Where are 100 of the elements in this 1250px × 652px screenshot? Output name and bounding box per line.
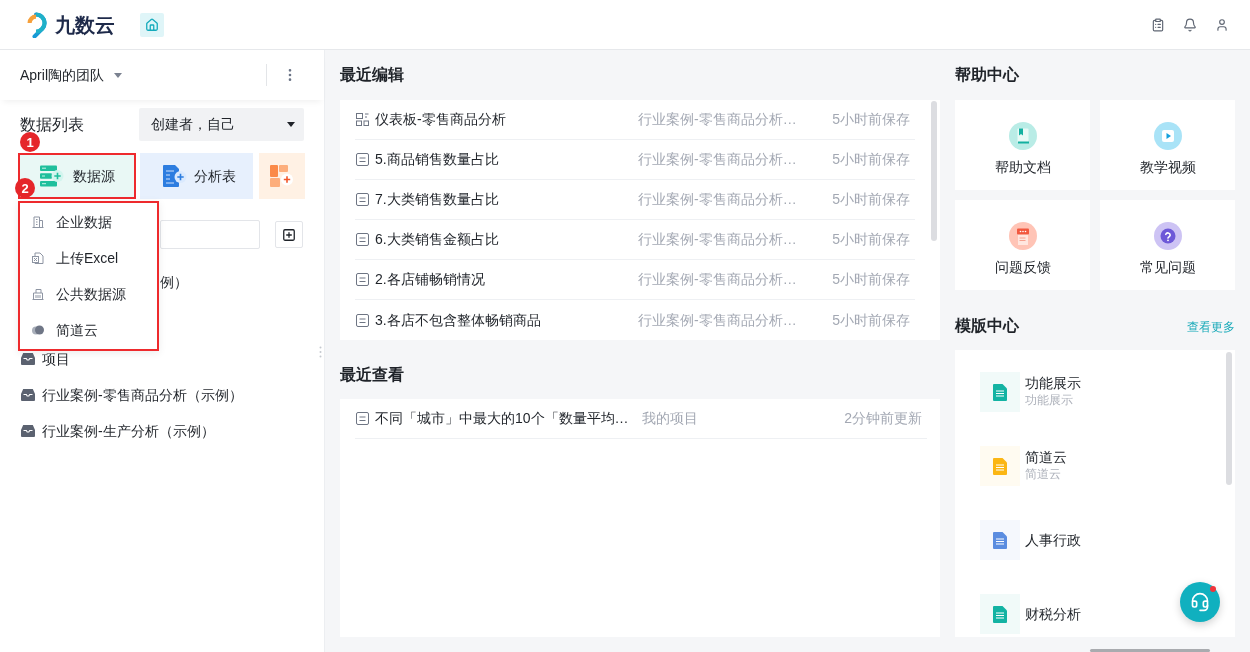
building-icon <box>32 216 44 228</box>
section-heading: 最近查看 <box>340 364 404 385</box>
document-icon <box>980 520 1020 560</box>
section-heading: 帮助中心 <box>955 65 1019 85</box>
file-name: 3.各店不包含整体畅销商品 <box>375 310 542 330</box>
feedback-icon <box>1008 222 1037 250</box>
document-icon <box>356 233 369 246</box>
file-time: 5小时前保存 <box>831 190 911 209</box>
scrollbar-thumb[interactable] <box>931 101 937 241</box>
file-location: 行业案例-零售商品分析… <box>638 190 798 209</box>
logo-text: 九数云 <box>55 12 115 38</box>
document-icon <box>356 193 369 206</box>
file-row[interactable]: 仪表板-零售商品分析 行业案例-零售商品分析… 5小时前保存 <box>355 100 915 140</box>
caret-icon <box>114 72 122 78</box>
document-icon <box>356 313 369 327</box>
file-time: 5小时前保存 <box>831 150 911 169</box>
template-item[interactable]: 人事行政 <box>980 520 1081 560</box>
file-location: 行业案例-零售商品分析… <box>638 230 798 249</box>
template-item[interactable]: 财税分析 <box>980 594 1081 634</box>
document-icon <box>356 273 369 286</box>
scrollbar-thumb[interactable] <box>1226 352 1232 485</box>
file-name: 5.商品销售数量占比 <box>375 150 500 169</box>
template-subtitle: 简道云 <box>1025 466 1062 483</box>
file-row[interactable]: 不同「城市」中最大的10个「数量平均… 我的项目 2分钟前更新 <box>355 399 927 439</box>
template-title: 简道云 <box>1025 449 1067 466</box>
document-icon <box>356 153 369 166</box>
file-location: 行业案例-零售商品分析… <box>638 150 798 169</box>
user-icon[interactable] <box>1215 17 1229 32</box>
inbox-icon <box>21 425 35 437</box>
tree-item[interactable]: 行业案例-零售商品分析（示例） <box>0 377 324 413</box>
template-item[interactable]: 简道云 简道云 <box>980 446 1081 486</box>
file-time: 5小时前保存 <box>831 310 911 330</box>
file-name: 2.各店铺畅销情况 <box>375 270 486 289</box>
step-badge: 1 <box>20 132 40 152</box>
file-time: 2分钟前更新 <box>843 409 923 428</box>
file-time: 5小时前保存 <box>831 230 911 249</box>
help-icon <box>1153 222 1182 250</box>
file-row[interactable]: 6.大类销售金额占比 行业案例-零售商品分析… 5小时前保存 <box>355 220 915 260</box>
tree-item[interactable]: 例） <box>160 271 188 293</box>
create-tile[interactable] <box>259 153 305 199</box>
video-icon <box>1153 122 1182 150</box>
spreadsheet-icon <box>32 252 44 264</box>
document-icon <box>356 412 369 425</box>
section-title: 数据列表 <box>20 114 84 135</box>
template-subtitle: 功能展示 <box>1025 392 1074 409</box>
file-row[interactable]: 2.各店铺畅销情况 行业案例-零售商品分析… 5小时前保存 <box>355 260 915 300</box>
help-tile[interactable]: 常见问题 <box>1100 200 1235 290</box>
document-add-icon <box>163 165 187 187</box>
cloud-icon <box>32 325 44 335</box>
file-location: 行业案例-零售商品分析… <box>638 270 798 289</box>
plus-square-icon <box>282 227 296 242</box>
tree-item[interactable]: 行业案例-生产分析（示例） <box>0 413 324 449</box>
notification-icon[interactable] <box>1183 17 1197 32</box>
document-icon <box>980 446 1020 486</box>
logo-icon <box>25 11 47 38</box>
inbox-icon <box>21 353 35 365</box>
help-tile[interactable]: 问题反馈 <box>955 200 1090 290</box>
caret-icon <box>287 122 295 127</box>
file-row[interactable]: 7.大类销售数量占比 行业案例-零售商品分析… 5小时前保存 <box>355 180 915 220</box>
section-heading: 最近编辑 <box>340 65 404 85</box>
add-button[interactable] <box>275 221 303 248</box>
menu-item[interactable]: 企业数据 <box>20 204 157 240</box>
clipboard-icon[interactable] <box>1151 17 1165 32</box>
step-badge: 2 <box>15 178 35 198</box>
file-row[interactable]: 3.各店不包含整体畅销商品 行业案例-零售商品分析… 5小时前保存 <box>355 300 915 340</box>
document-icon <box>980 594 1020 634</box>
file-name: 不同「城市」中最大的10个「数量平均… <box>375 409 630 428</box>
template-title: 功能展示 <box>1025 375 1081 392</box>
team-selector[interactable]: April陶的团队 <box>20 64 122 86</box>
file-location: 行业案例-零售商品分析… <box>638 110 798 129</box>
headset-icon <box>1190 592 1210 612</box>
file-name: 6.大类销售金额占比 <box>375 230 500 249</box>
resize-handle-icon[interactable] <box>319 346 322 358</box>
file-time: 5小时前保存 <box>831 110 911 129</box>
home-button[interactable] <box>140 12 164 37</box>
template-title: 人事行政 <box>1025 531 1081 549</box>
creator-select[interactable]: 创建者，自己 <box>139 108 304 141</box>
file-location: 行业案例-零售商品分析… <box>638 310 798 330</box>
menu-item[interactable]: 上传Excel <box>20 240 157 276</box>
inbox-icon <box>21 389 35 401</box>
help-tile[interactable]: 教学视频 <box>1100 100 1235 190</box>
file-time: 5小时前保存 <box>831 270 911 289</box>
dashboard-icon <box>356 113 369 126</box>
help-tile[interactable]: 帮助文档 <box>955 100 1090 190</box>
template-item[interactable]: 功能展示 功能展示 <box>980 372 1081 412</box>
book-icon <box>1008 122 1037 150</box>
file-name: 7.大类销售数量占比 <box>375 190 500 209</box>
section-heading: 模版中心 <box>955 316 1019 336</box>
menu-item[interactable]: 公共数据源 <box>20 276 157 312</box>
grid-add-icon <box>270 165 294 187</box>
file-row[interactable]: 5.商品销售数量占比 行业案例-零售商品分析… 5小时前保存 <box>355 140 915 180</box>
scrollbar-thumb[interactable] <box>1090 649 1210 652</box>
file-name: 仪表板-零售商品分析 <box>375 110 507 129</box>
document-icon <box>980 372 1020 412</box>
create-tile[interactable]: 分析表 <box>140 153 253 199</box>
home-icon <box>145 17 159 32</box>
library-icon <box>32 288 44 300</box>
search-field[interactable] <box>160 220 260 249</box>
file-location: 我的项目 <box>642 409 699 428</box>
database-add-icon <box>40 165 64 187</box>
